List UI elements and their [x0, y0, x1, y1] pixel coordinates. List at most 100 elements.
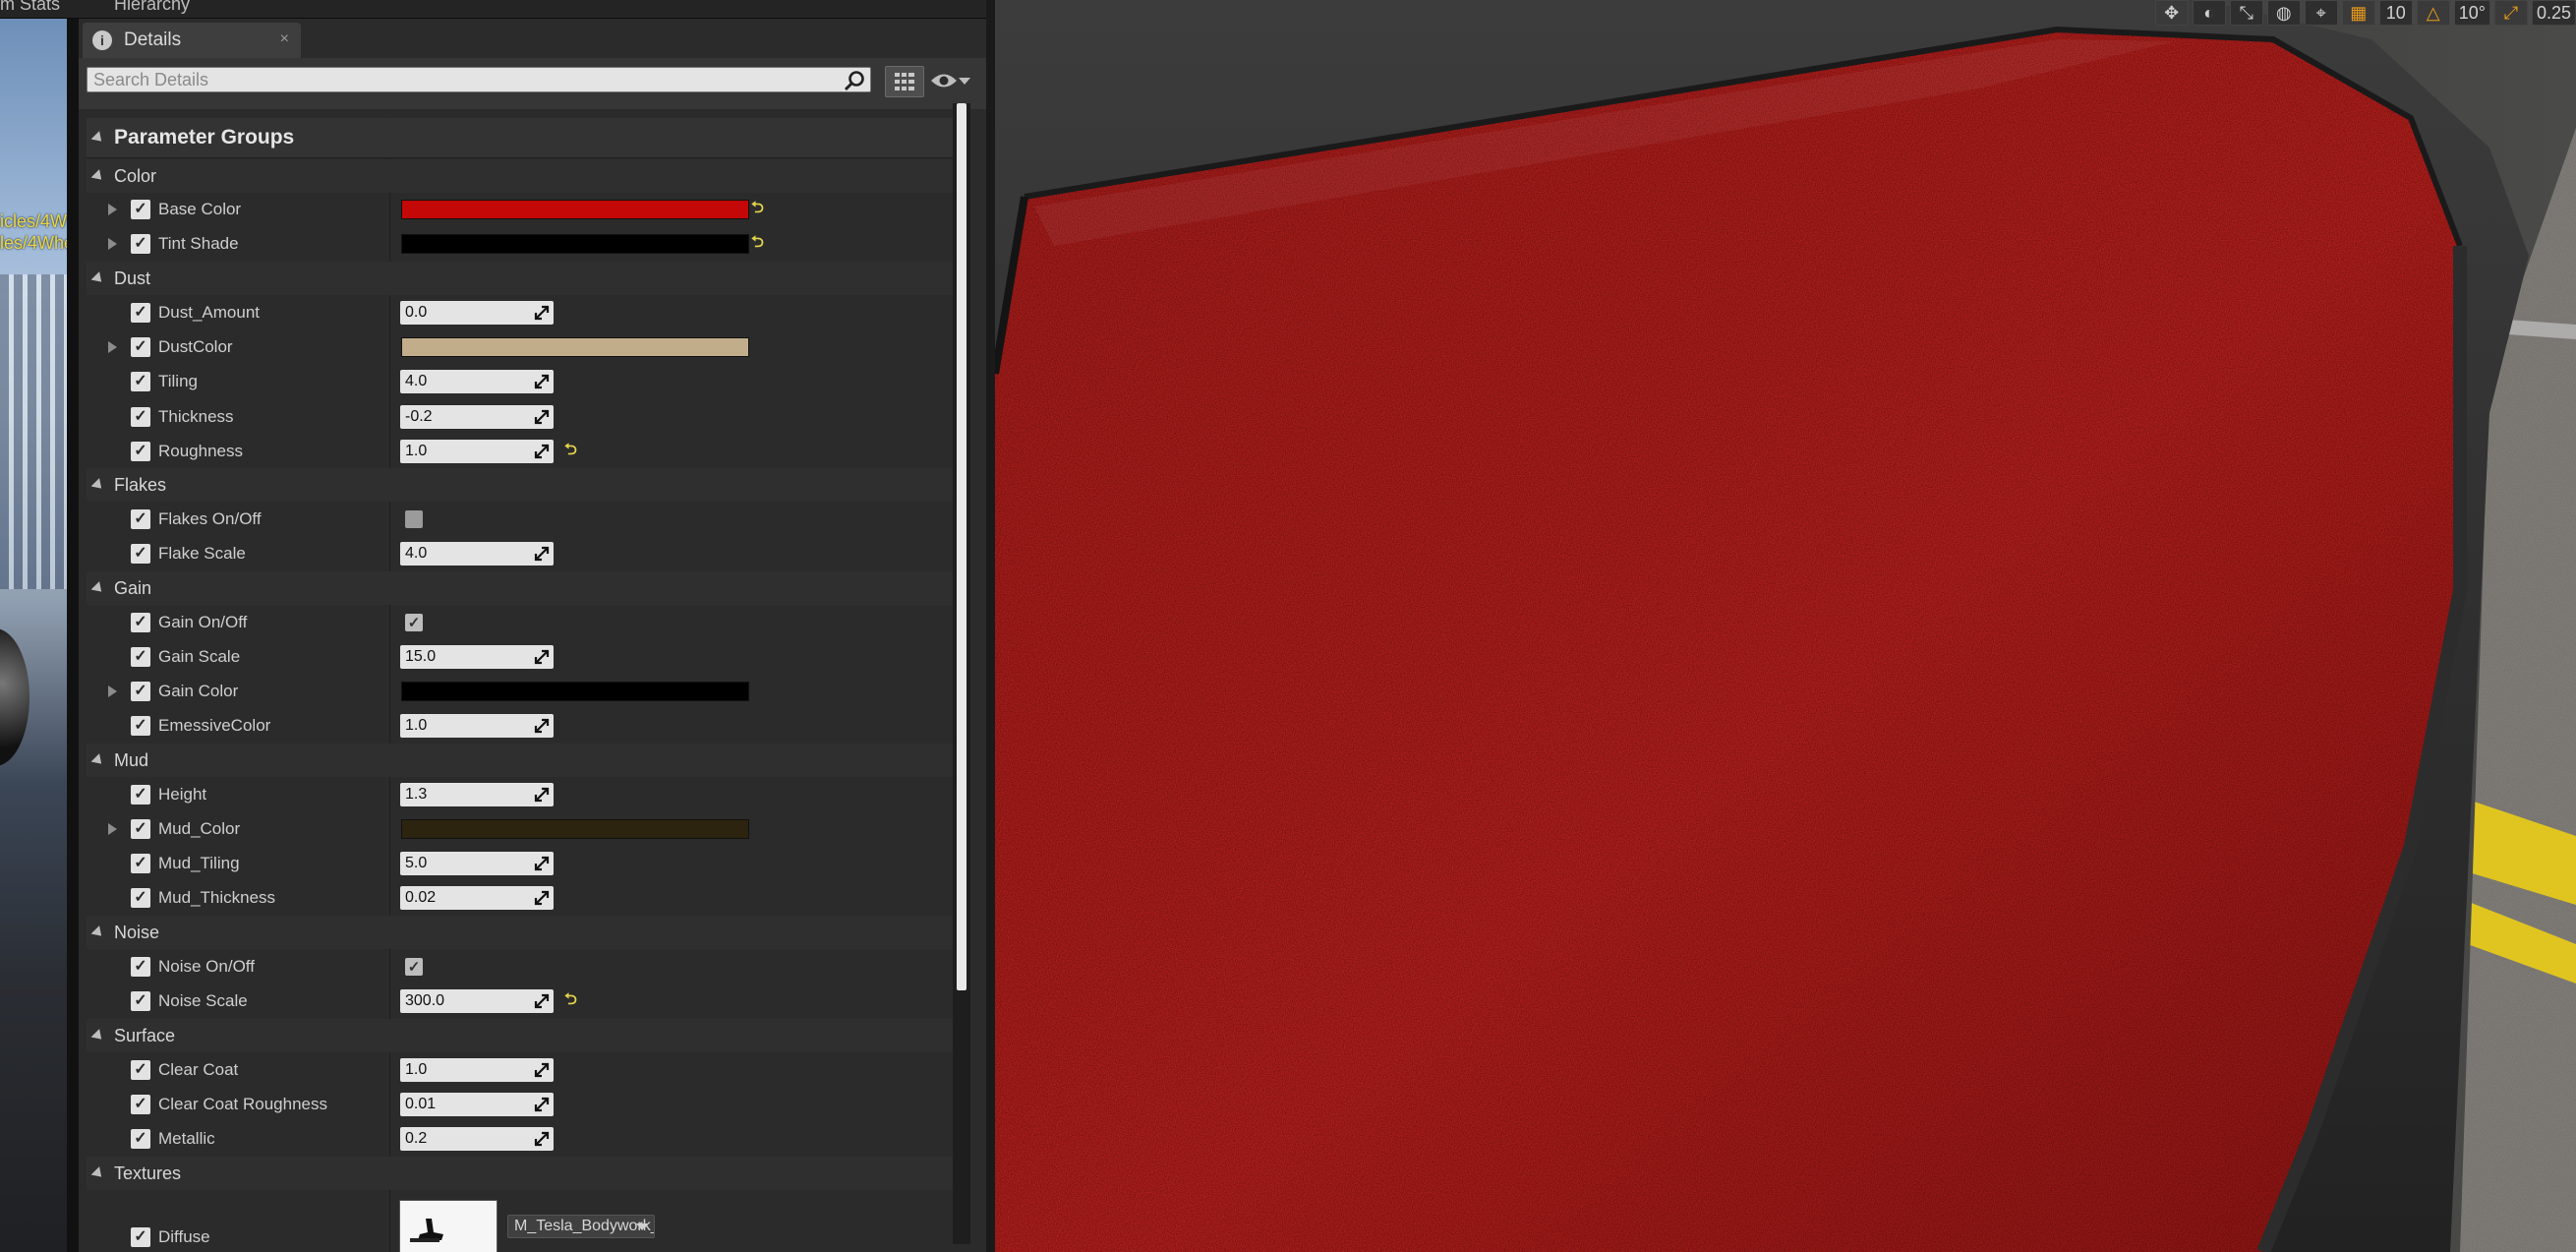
param-enable-checkbox[interactable]: ✓	[131, 888, 150, 908]
numeric-drag-icon[interactable]	[534, 546, 550, 562]
numeric-drag-icon[interactable]	[534, 993, 550, 1009]
numeric-drag-icon[interactable]	[534, 374, 550, 389]
left-viewport-partial[interactable]: icles/4Wh les/4Whe	[0, 19, 67, 1252]
height-input[interactable]: 1.3	[400, 783, 554, 806]
expand-triangle-icon[interactable]	[108, 204, 117, 215]
search-details-input[interactable]	[87, 67, 871, 92]
angle-snap-value[interactable]: 10°	[2453, 0, 2490, 26]
grid-snap-value[interactable]: 10	[2378, 0, 2413, 26]
group-color[interactable]: Color	[87, 159, 965, 193]
collapse-triangle-icon[interactable]	[90, 168, 106, 184]
param-enable-checkbox[interactable]: ✓	[131, 682, 150, 701]
param-enable-checkbox[interactable]: ✓	[131, 1060, 150, 1080]
expand-triangle-icon[interactable]	[108, 686, 117, 697]
tab-stats-partial[interactable]: m Stats	[0, 0, 60, 14]
group-mud[interactable]: Mud	[87, 744, 965, 777]
tab-close-icon[interactable]: ×	[280, 30, 289, 48]
tiling-input[interactable]: 4.0	[400, 370, 554, 393]
param-enable-checkbox[interactable]: ✓	[131, 785, 150, 805]
dust-amount-input[interactable]: 0.0	[400, 301, 554, 325]
search-icon[interactable]	[844, 70, 867, 91]
param-enable-checkbox[interactable]: ✓	[131, 337, 150, 357]
grid-snap-button[interactable]: ▦	[2341, 0, 2375, 26]
numeric-drag-icon[interactable]	[534, 444, 550, 459]
expand-triangle-icon[interactable]	[108, 238, 117, 250]
param-enable-checkbox[interactable]: ✓	[131, 1095, 150, 1114]
param-enable-checkbox[interactable]: ✓	[131, 407, 150, 427]
param-enable-checkbox[interactable]: ✓	[131, 234, 150, 254]
mud-thickness-input[interactable]: 0.02	[400, 886, 554, 910]
clear-coat-roughness-input[interactable]: 0.01	[400, 1093, 554, 1116]
collapse-triangle-icon[interactable]	[90, 752, 106, 768]
collapse-triangle-icon[interactable]	[90, 924, 106, 940]
metallic-input[interactable]: 0.2	[400, 1127, 554, 1151]
collapse-triangle-icon[interactable]	[90, 270, 106, 286]
property-matrix-button[interactable]	[885, 66, 924, 97]
collapse-triangle-icon[interactable]	[90, 1028, 106, 1043]
expand-triangle-icon[interactable]	[108, 823, 117, 835]
param-enable-checkbox[interactable]: ✓	[131, 854, 150, 873]
mud-color-swatch[interactable]	[401, 819, 749, 839]
reset-to-default-icon[interactable]: ⮌	[564, 988, 577, 1015]
clear-coat-input[interactable]: 1.0	[400, 1058, 554, 1082]
noise-scale-input[interactable]: 300.0	[400, 989, 554, 1013]
parameter-groups-header[interactable]: Parameter Groups	[87, 118, 965, 158]
scrollbar-thumb[interactable]	[957, 103, 966, 990]
param-enable-checkbox[interactable]: ✓	[131, 1129, 150, 1149]
scale-snap-button[interactable]: ⤢	[2493, 0, 2528, 26]
group-surface[interactable]: Surface	[87, 1019, 965, 1052]
group-gain[interactable]: Gain	[87, 571, 965, 605]
emessive-color-input[interactable]: 1.0	[400, 714, 554, 738]
numeric-drag-icon[interactable]	[534, 409, 550, 425]
panel-splitter[interactable]	[67, 19, 79, 1252]
param-enable-checkbox[interactable]: ✓	[131, 991, 150, 1011]
gain-onoff-checkbox[interactable]: ✓	[405, 614, 423, 631]
numeric-drag-icon[interactable]	[534, 718, 550, 734]
scale-snap-value[interactable]: 0.25	[2531, 0, 2576, 26]
roughness-input[interactable]: 1.0	[400, 440, 554, 463]
group-dust[interactable]: Dust	[87, 262, 965, 295]
base-color-swatch[interactable]	[401, 200, 749, 219]
details-scrollbar[interactable]	[953, 103, 970, 1244]
numeric-drag-icon[interactable]	[534, 305, 550, 321]
gain-color-swatch[interactable]	[401, 682, 749, 701]
collapse-triangle-icon[interactable]	[90, 580, 106, 596]
numeric-drag-icon[interactable]	[534, 649, 550, 665]
param-enable-checkbox[interactable]: ✓	[131, 200, 150, 219]
tab-details[interactable]: i Details ×	[83, 23, 301, 58]
numeric-drag-icon[interactable]	[534, 1131, 550, 1147]
gain-scale-input[interactable]: 15.0	[400, 645, 554, 669]
numeric-drag-icon[interactable]	[534, 890, 550, 906]
numeric-drag-icon[interactable]	[534, 1097, 550, 1112]
param-enable-checkbox[interactable]: ✓	[131, 647, 150, 667]
param-enable-checkbox[interactable]: ✓	[131, 1227, 150, 1247]
world-local-toggle[interactable]: ◍	[2266, 0, 2301, 26]
param-enable-checkbox[interactable]: ✓	[131, 819, 150, 839]
collapse-triangle-icon[interactable]	[90, 1165, 106, 1181]
numeric-drag-icon[interactable]	[534, 856, 550, 871]
numeric-drag-icon[interactable]	[534, 787, 550, 803]
param-enable-checkbox[interactable]: ✓	[131, 544, 150, 564]
param-enable-checkbox[interactable]: ✓	[131, 716, 150, 736]
rotate-tool-button[interactable]: ◐	[2192, 0, 2226, 26]
param-enable-checkbox[interactable]: ✓	[131, 957, 150, 977]
collapse-triangle-icon[interactable]	[90, 130, 106, 146]
group-noise[interactable]: Noise	[87, 916, 965, 949]
angle-snap-button[interactable]: △	[2416, 0, 2450, 26]
group-textures[interactable]: Textures	[87, 1157, 965, 1190]
param-enable-checkbox[interactable]: ✓	[131, 509, 150, 529]
translate-tool-button[interactable]: ✥	[2154, 0, 2189, 26]
flake-scale-input[interactable]: 4.0	[400, 542, 554, 566]
expand-triangle-icon[interactable]	[108, 341, 117, 353]
param-enable-checkbox[interactable]: ✓	[131, 442, 150, 461]
flakes-onoff-checkbox[interactable]	[405, 510, 423, 528]
reset-to-default-icon[interactable]: ⮌	[751, 231, 764, 258]
reset-to-default-icon[interactable]: ⮌	[564, 439, 577, 465]
numeric-drag-icon[interactable]	[534, 1062, 550, 1078]
noise-onoff-checkbox[interactable]: ✓	[405, 958, 423, 976]
reset-to-default-icon[interactable]: ⮌	[751, 197, 764, 223]
thickness-input[interactable]: -0.2	[400, 405, 554, 429]
tab-hierarchy-partial[interactable]: Hierarchy	[114, 0, 190, 14]
mud-tiling-input[interactable]: 5.0	[400, 852, 554, 875]
param-enable-checkbox[interactable]: ✓	[131, 372, 150, 391]
